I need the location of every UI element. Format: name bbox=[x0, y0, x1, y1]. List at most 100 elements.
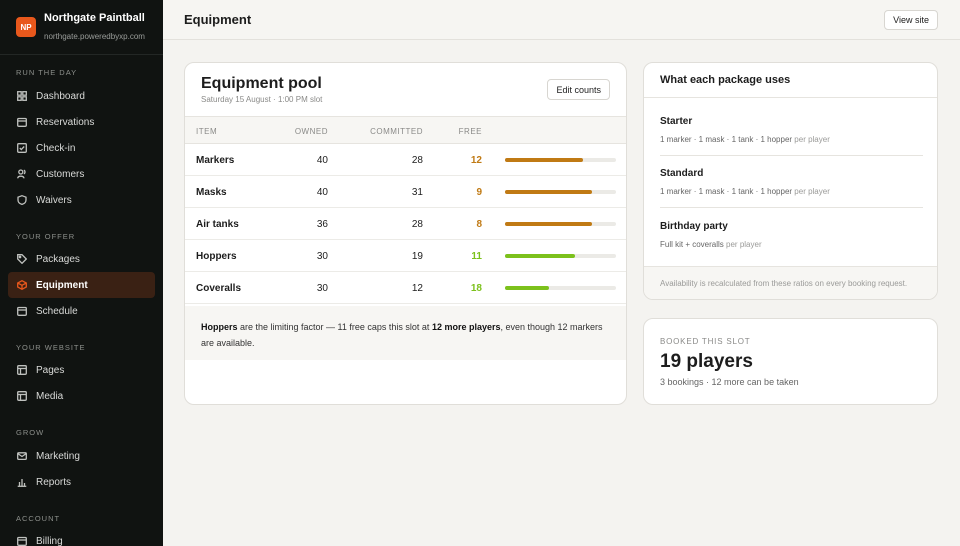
availability-bar bbox=[505, 254, 616, 258]
calendar-icon bbox=[17, 536, 27, 546]
sidebar-item-customers[interactable]: Customers bbox=[8, 161, 155, 187]
sidebar-item-marketing[interactable]: Marketing bbox=[8, 443, 155, 469]
sidebar: NP Northgate Paintball northgate.powered… bbox=[0, 0, 163, 546]
sidebar-item-checkin[interactable]: Check-in bbox=[8, 135, 155, 161]
committed-count: 12 bbox=[411, 283, 423, 294]
free-count: 18 bbox=[470, 283, 482, 294]
sidebar-item-label: Reports bbox=[36, 476, 72, 488]
booked-count: 19 players bbox=[660, 351, 753, 372]
package-usage-card: What each package uses Starter 1 marker … bbox=[643, 62, 938, 300]
availability-bar-fill bbox=[505, 222, 592, 226]
free-count: 8 bbox=[476, 219, 482, 230]
sidebar-item-reports[interactable]: Reports bbox=[8, 469, 155, 495]
availability-bar bbox=[505, 222, 616, 226]
package-name: Starter bbox=[660, 116, 693, 127]
column-header-committed: COMMITTED bbox=[370, 127, 423, 136]
sidebar-item-dashboard[interactable]: Dashboard bbox=[8, 83, 155, 109]
free-count: 9 bbox=[476, 187, 482, 198]
sidebar-item-label: Packages bbox=[36, 253, 80, 265]
free-count: 12 bbox=[470, 155, 482, 166]
availability-bar bbox=[505, 190, 616, 194]
table-row: Markers 40 28 12 bbox=[185, 144, 626, 176]
nav-section-account: ACCOUNT bbox=[16, 514, 61, 523]
item-name: Hoppers bbox=[196, 251, 237, 262]
package-item: Starter 1 marker · 1 mask · 1 tank · 1 h… bbox=[660, 116, 923, 144]
sidebar-item-label: Pages bbox=[36, 364, 65, 376]
card-title: What each package uses bbox=[660, 74, 791, 86]
package-description: 1 marker · 1 mask · 1 tank · 1 hopper pe… bbox=[660, 187, 923, 196]
booked-label: BOOKED THIS SLOT bbox=[660, 337, 751, 346]
layout-icon bbox=[17, 365, 27, 375]
column-header-item: ITEM bbox=[196, 127, 218, 136]
availability-bar bbox=[505, 286, 616, 290]
sidebar-item-label: Waivers bbox=[36, 194, 72, 206]
brand[interactable]: NP Northgate Paintball northgate.powered… bbox=[0, 0, 163, 55]
package-name: Birthday party bbox=[660, 221, 728, 232]
committed-count: 31 bbox=[411, 187, 423, 198]
edit-counts-button[interactable]: Edit counts bbox=[547, 79, 610, 100]
sidebar-item-schedule[interactable]: Schedule bbox=[8, 298, 155, 324]
booked-slot-card: BOOKED THIS SLOT 19 players 3 bookings ·… bbox=[643, 318, 938, 405]
calendar-icon bbox=[17, 306, 27, 316]
package-kit: Full kit + coveralls bbox=[660, 240, 724, 249]
package-description: 1 marker · 1 mask · 1 tank · 1 hopper pe… bbox=[660, 135, 923, 144]
sidebar-item-waivers[interactable]: Waivers bbox=[8, 187, 155, 213]
package-item: Standard 1 marker · 1 mask · 1 tank · 1 … bbox=[660, 168, 923, 196]
sidebar-item-label: Customers bbox=[36, 168, 85, 180]
brand-url: northgate.poweredbyxp.com bbox=[44, 32, 145, 41]
availability-bar bbox=[505, 158, 616, 162]
sidebar-item-label: Media bbox=[36, 390, 64, 402]
page-title: Equipment bbox=[184, 12, 252, 27]
committed-count: 28 bbox=[411, 155, 423, 166]
owned-count: 36 bbox=[316, 219, 328, 230]
table-row: Hoppers 30 19 11 bbox=[185, 240, 626, 272]
nav-section-website: YOUR WEBSITE bbox=[16, 343, 86, 352]
sidebar-item-label: Check-in bbox=[36, 142, 76, 154]
availability-bar-fill bbox=[505, 286, 550, 290]
note-strong-item: Hoppers bbox=[201, 322, 238, 332]
package-per: per player bbox=[794, 187, 830, 196]
nav-section-grow: GROW bbox=[16, 428, 45, 437]
sidebar-item-pages[interactable]: Pages bbox=[8, 357, 155, 383]
availability-bar-fill bbox=[505, 254, 575, 258]
box-icon bbox=[17, 280, 27, 290]
image-icon bbox=[17, 391, 27, 401]
nav-section-run: RUN THE DAY bbox=[16, 68, 78, 77]
table-row: Coveralls 30 12 18 bbox=[185, 272, 626, 304]
item-name: Air tanks bbox=[196, 219, 239, 230]
users-icon bbox=[17, 169, 27, 179]
owned-count: 30 bbox=[316, 251, 328, 262]
mail-icon bbox=[17, 451, 27, 461]
view-site-button[interactable]: View site bbox=[884, 10, 938, 30]
note-strong-players: 12 more players bbox=[431, 322, 501, 332]
package-kit: 1 marker · 1 mask · 1 tank · 1 hopper bbox=[660, 135, 793, 144]
topbar: Equipment View site bbox=[163, 0, 960, 40]
committed-count: 28 bbox=[411, 219, 423, 230]
package-footer-note: Availability is recalculated from these … bbox=[644, 266, 937, 299]
sidebar-item-packages[interactable]: Packages bbox=[8, 246, 155, 272]
sidebar-item-label: Dashboard bbox=[36, 90, 85, 102]
committed-count: 19 bbox=[411, 251, 423, 262]
owned-count: 40 bbox=[316, 155, 328, 166]
dashboard-icon bbox=[17, 91, 27, 101]
booked-summary: 3 bookings · 12 more can be taken bbox=[660, 377, 799, 387]
package-name: Standard bbox=[660, 168, 704, 179]
sidebar-item-reservations[interactable]: Reservations bbox=[8, 109, 155, 135]
limiting-factor-note: Hoppers are the limiting factor — 11 fre… bbox=[185, 306, 626, 360]
brand-logo: NP bbox=[16, 17, 36, 37]
sidebar-item-label: Reservations bbox=[36, 116, 95, 128]
item-name: Masks bbox=[196, 187, 227, 198]
check-square-icon bbox=[17, 143, 27, 153]
sidebar-item-billing[interactable]: Billing bbox=[8, 528, 155, 546]
table-row: Air tanks 36 28 8 bbox=[185, 208, 626, 240]
equipment-pool-card: Equipment pool Saturday 15 August · 1:00… bbox=[184, 62, 627, 405]
column-header-free: FREE bbox=[458, 127, 482, 136]
package-per: per player bbox=[794, 135, 830, 144]
sidebar-item-media[interactable]: Media bbox=[8, 383, 155, 409]
bar-chart-icon bbox=[17, 477, 27, 487]
availability-bar-fill bbox=[505, 190, 592, 194]
item-name: Markers bbox=[196, 155, 235, 166]
package-description: Full kit + coveralls per player bbox=[660, 240, 923, 249]
free-count: 11 bbox=[471, 251, 482, 262]
sidebar-item-equipment[interactable]: Equipment bbox=[8, 272, 155, 298]
